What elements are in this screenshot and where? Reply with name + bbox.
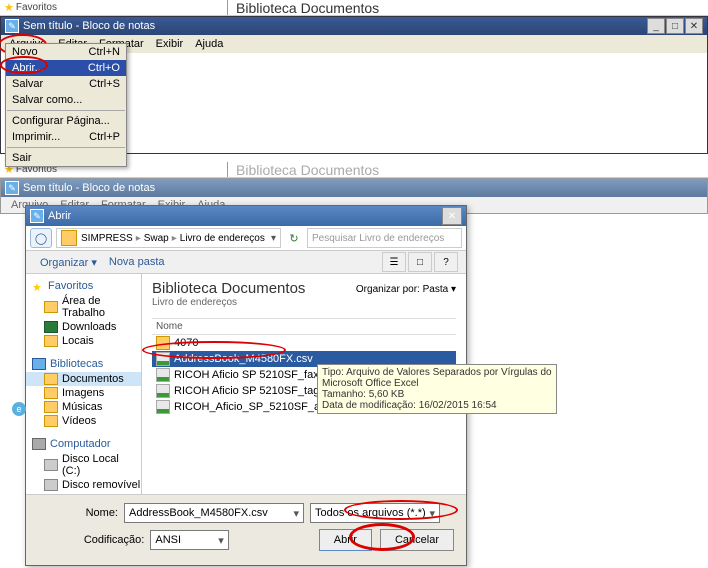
new-folder-button[interactable]: Nova pasta xyxy=(103,256,171,268)
refresh-button[interactable]: ↻ xyxy=(285,229,303,247)
notepad-icon: ✎ xyxy=(5,19,19,33)
cancel-button[interactable]: Cancelar xyxy=(380,529,454,551)
folder-icon xyxy=(156,336,170,350)
sidebar-videos[interactable]: Vídeos xyxy=(26,414,141,428)
file-row-folder[interactable]: 4070 xyxy=(152,335,456,351)
favorites-text: Favoritos xyxy=(16,2,57,13)
dialog-sidebar: ★ Favoritos Área de Trabalho Downloads L… xyxy=(26,274,142,494)
organize-by[interactable]: Organizar por: Pasta ▾ xyxy=(356,284,456,295)
dialog-titlebar: ✎ Abrir ✕ xyxy=(26,206,466,226)
nome-label: Nome: xyxy=(38,507,118,519)
dialog-title: Abrir xyxy=(48,210,71,222)
browser-icon[interactable]: e xyxy=(12,402,26,416)
menu-salvar-como[interactable]: Salvar como... xyxy=(6,92,126,108)
preview-button[interactable]: □ xyxy=(408,252,432,272)
folder-icon xyxy=(44,387,58,399)
help-button[interactable]: ? xyxy=(434,252,458,272)
menu-imprimir[interactable]: Imprimir... Ctrl+P xyxy=(6,129,126,145)
folder-icon xyxy=(44,335,58,347)
star-icon: ★ xyxy=(32,281,44,291)
window-title: Sem título - Bloco de notas xyxy=(23,20,155,32)
library-subtitle: Livro de endereços xyxy=(152,297,456,308)
folder-icon xyxy=(44,373,58,385)
download-icon xyxy=(44,321,58,333)
open-button[interactable]: Abrir xyxy=(319,529,372,551)
sidebar-imagens[interactable]: Imagens xyxy=(26,386,141,400)
drive-icon xyxy=(44,479,58,491)
sidebar-favoritos[interactable]: ★ Favoritos xyxy=(26,278,141,294)
encoding-label: Codificação: xyxy=(38,534,144,546)
folder-icon xyxy=(44,415,58,427)
file-dropdown-menu: Novo Ctrl+N Abrir... Ctrl+O Salvar Ctrl+… xyxy=(5,43,127,167)
library-icon xyxy=(32,358,46,370)
page-title-2: Biblioteca Documentos xyxy=(228,162,387,177)
folder-icon xyxy=(44,301,58,313)
encoding-select[interactable]: ANSI ▾ xyxy=(150,530,228,550)
folder-icon xyxy=(44,401,58,413)
dialog-main-pane: Biblioteca Documentos Livro de endereços… xyxy=(142,274,466,494)
csv-icon xyxy=(156,368,170,382)
menu-ajuda[interactable]: Ajuda xyxy=(189,37,229,51)
star-icon: ★ xyxy=(4,1,14,14)
titlebar: ✎ Sem título - Bloco de notas _ □ ✕ xyxy=(1,17,707,35)
sidebar-area-trabalho[interactable]: Área de Trabalho xyxy=(26,294,141,320)
maximize-button[interactable]: □ xyxy=(666,18,684,34)
favorites-label: ★ Favoritos xyxy=(0,0,61,15)
folder-icon xyxy=(61,230,77,246)
sidebar-disco-c[interactable]: Disco Local (C:) xyxy=(26,452,141,478)
menu-exibir[interactable]: Exibir xyxy=(150,37,190,51)
back-button[interactable]: ◯ xyxy=(30,228,52,248)
computer-icon xyxy=(32,438,46,450)
sidebar-documentos[interactable]: Documentos xyxy=(26,372,141,386)
page-title: Biblioteca Documentos xyxy=(228,0,387,15)
sidebar-computador[interactable]: Computador xyxy=(26,436,141,452)
organize-button[interactable]: Organizar ▾ xyxy=(34,256,103,269)
notepad-icon: ✎ xyxy=(30,209,44,223)
notepad-icon: ✎ xyxy=(5,181,19,195)
open-file-dialog: ✎ Abrir ✕ ◯ SIMPRESS ▸ Swap ▸ Livro de e… xyxy=(25,205,467,566)
dialog-close-button[interactable]: ✕ xyxy=(442,207,462,225)
sidebar-disco-d[interactable]: Disco removível (D xyxy=(26,478,141,492)
menu-config-pagina[interactable]: Configurar Página... xyxy=(6,113,126,129)
filetype-select[interactable]: Todos os arquivos (*.*) ▾ xyxy=(310,503,440,523)
search-input[interactable]: Pesquisar Livro de endereços xyxy=(307,228,462,248)
file-tooltip: Tipo: Arquivo de Valores Separados por V… xyxy=(317,364,557,414)
dialog-toolbar: Organizar ▾ Nova pasta ☰ □ ? xyxy=(26,251,466,274)
list-header-nome[interactable]: Nome xyxy=(152,318,456,335)
drive-icon xyxy=(44,459,58,471)
sidebar-downloads[interactable]: Downloads xyxy=(26,320,141,334)
close-button[interactable]: ✕ xyxy=(685,18,703,34)
menu-sair[interactable]: Sair xyxy=(6,150,126,166)
view-button[interactable]: ☰ xyxy=(382,252,406,272)
dialog-footer: Nome: AddressBook_M4580FX.csv ▾ Todos os… xyxy=(26,494,466,565)
menu-abrir[interactable]: Abrir... Ctrl+O xyxy=(6,60,126,76)
breadcrumb[interactable]: SIMPRESS ▸ Swap ▸ Livro de endereços ▾ xyxy=(56,228,281,248)
filename-input[interactable]: AddressBook_M4580FX.csv ▾ xyxy=(124,503,304,523)
window-title-2: Sem título - Bloco de notas xyxy=(23,182,155,194)
sidebar-musicas[interactable]: Músicas xyxy=(26,400,141,414)
csv-icon xyxy=(156,384,170,398)
titlebar-2: ✎ Sem título - Bloco de notas xyxy=(1,179,707,197)
sidebar-bibliotecas[interactable]: Bibliotecas xyxy=(26,356,141,372)
sidebar-locais[interactable]: Locais xyxy=(26,334,141,348)
dialog-navbar: ◯ SIMPRESS ▸ Swap ▸ Livro de endereços ▾… xyxy=(26,226,466,251)
csv-icon xyxy=(156,352,170,366)
minimize-button[interactable]: _ xyxy=(647,18,665,34)
csv-icon xyxy=(156,400,170,414)
menu-novo[interactable]: Novo Ctrl+N xyxy=(6,44,126,60)
menu-salvar[interactable]: Salvar Ctrl+S xyxy=(6,76,126,92)
